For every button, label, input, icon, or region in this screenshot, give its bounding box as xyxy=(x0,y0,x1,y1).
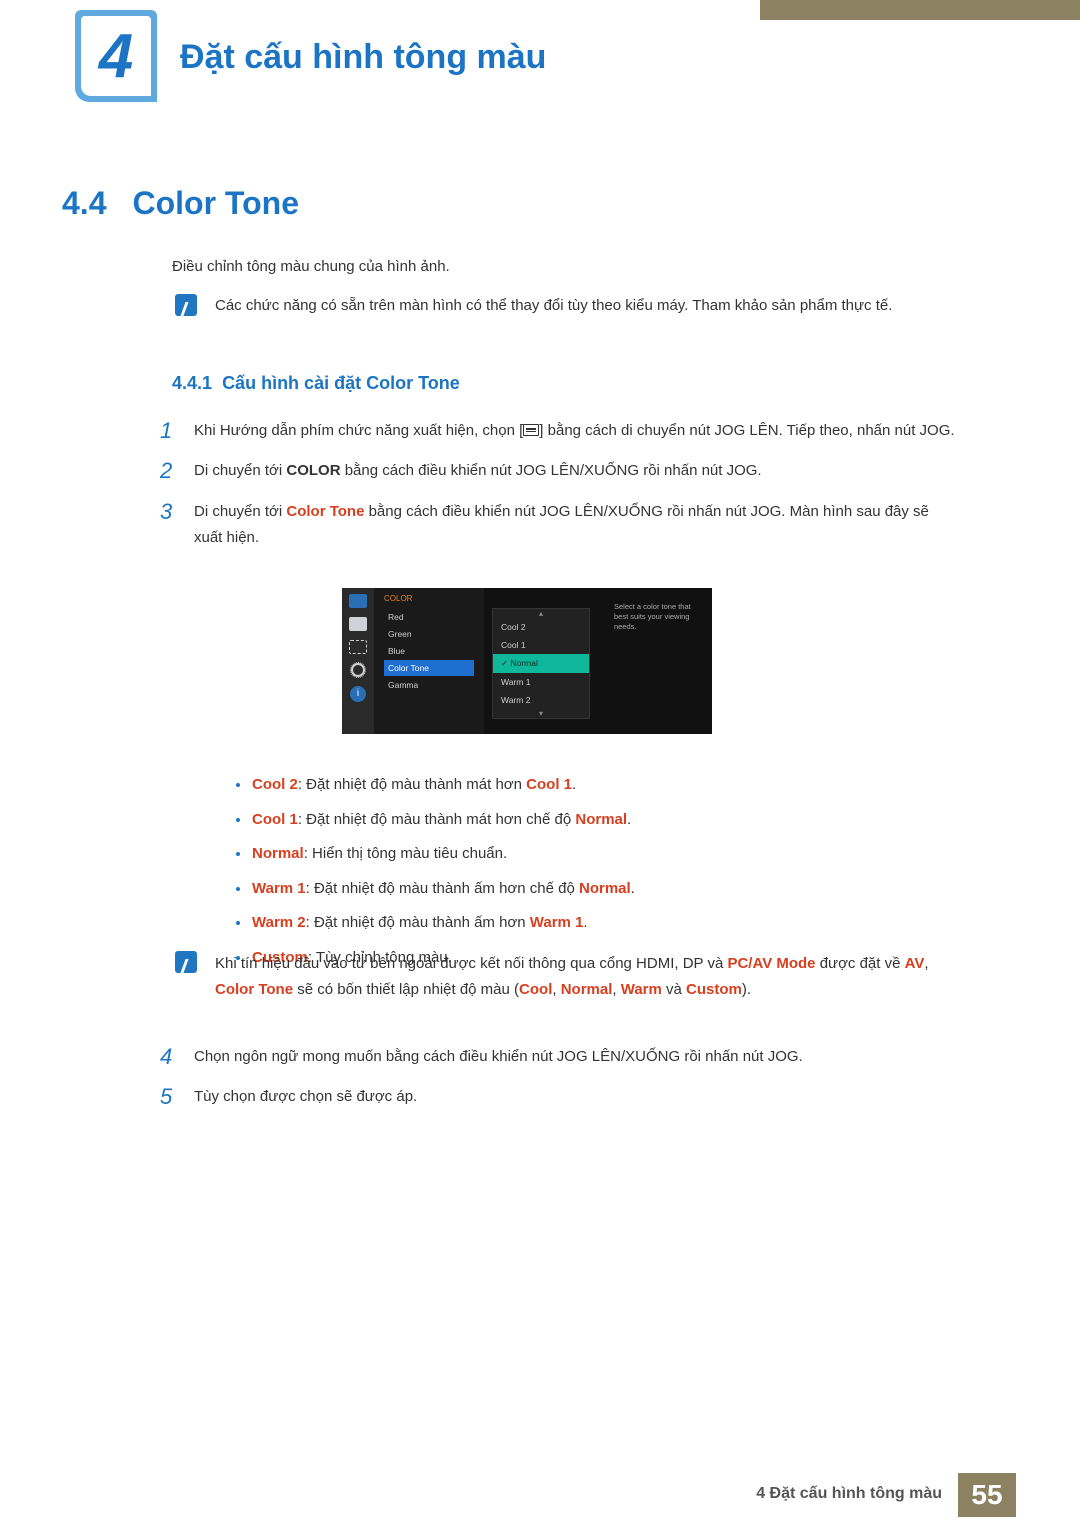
chapter-badge: 4 xyxy=(75,10,157,102)
osd-option-selected: Normal xyxy=(493,654,589,673)
step-2: 2 Di chuyển tới COLOR bằng cách điều khi… xyxy=(160,458,960,484)
step-4: 4 Chọn ngôn ngữ mong muốn bằng cách điều… xyxy=(160,1044,960,1070)
step-3: 3 Di chuyển tới Color Tone bằng cách điề… xyxy=(160,499,960,552)
osd-menu-header: COLOR xyxy=(384,594,474,603)
osd-option: Warm 1 xyxy=(493,673,589,691)
step-body: Di chuyển tới COLOR bằng cách điều khiển… xyxy=(194,458,960,484)
note-text: Các chức năng có sẵn trên màn hình có th… xyxy=(215,294,965,319)
menu-icon xyxy=(523,424,539,436)
chapter-number: 4 xyxy=(75,10,157,102)
osd-menu-item-selected: Color Tone xyxy=(384,660,474,676)
footer-page-number: 55 xyxy=(958,1473,1016,1517)
gear-icon xyxy=(351,663,365,677)
step-number: 2 xyxy=(160,458,194,484)
step-1: 1 Khi Hướng dẫn phím chức năng xuất hiện… xyxy=(160,418,960,444)
step-5: 5 Tùy chọn được chọn sẽ được áp. xyxy=(160,1084,960,1110)
list-icon xyxy=(349,617,367,631)
monitor-icon xyxy=(349,594,367,608)
subsection-heading: 4.4.1 Cấu hình cài đặt Color Tone xyxy=(172,373,460,394)
osd-menu-item: Blue xyxy=(384,643,474,659)
osd-menu: COLOR Red Green Blue Color Tone Gamma xyxy=(374,588,484,734)
bullet-item: Normal: Hiển thị tông màu tiêu chuẩn. xyxy=(236,843,936,866)
chapter-title: Đặt cấu hình tông màu xyxy=(180,38,546,77)
step-body: Tùy chọn được chọn sẽ được áp. xyxy=(194,1084,960,1110)
bullet-item: Warm 1: Đặt nhiệt độ màu thành ấm hơn ch… xyxy=(236,878,936,901)
osd-option: Warm 2 xyxy=(493,691,589,709)
step-body: Khi Hướng dẫn phím chức năng xuất hiện, … xyxy=(194,418,960,444)
bullet-item: Warm 2: Đặt nhiệt độ màu thành ấm hơn Wa… xyxy=(236,912,936,935)
osd-help-text: Select a color tone that best suits your… xyxy=(614,602,704,631)
note-icon xyxy=(175,294,197,316)
bullet-item: Cool 2: Đặt nhiệt độ màu thành mát hơn C… xyxy=(236,774,936,797)
step-number: 4 xyxy=(160,1044,194,1070)
top-corner-tab xyxy=(760,0,1080,20)
osd-option: Cool 2 xyxy=(493,618,589,636)
chevron-up-icon: ▴ xyxy=(493,609,589,618)
section-title: Color Tone xyxy=(132,185,299,221)
note-icon xyxy=(175,951,197,973)
footer-chapter-label: 4 Đặt cấu hình tông màu xyxy=(756,1485,942,1503)
subsection-title: Cấu hình cài đặt Color Tone xyxy=(222,373,460,393)
osd-options: ▴ Cool 2 Cool 1 Normal Warm 1 Warm 2 ▾ xyxy=(492,608,590,719)
step-number: 5 xyxy=(160,1084,194,1110)
step-number: 3 xyxy=(160,499,194,552)
document-page: 4 Đặt cấu hình tông màu 4.4 Color Tone Đi… xyxy=(0,0,1080,1527)
intro-text: Điều chỉnh tông màu chung của hình ảnh. xyxy=(172,258,450,275)
section-heading: 4.4 Color Tone xyxy=(62,185,299,222)
osd-option: Cool 1 xyxy=(493,636,589,654)
osd-menu-item: Red xyxy=(384,609,474,625)
step-number: 1 xyxy=(160,418,194,444)
info-icon: i xyxy=(350,686,366,702)
bullet-item: Cool 1: Đặt nhiệt độ màu thành mát hơn c… xyxy=(236,809,936,832)
note-text-2: Khi tín hiệu đầu vào từ bên ngoài được k… xyxy=(215,951,965,1004)
step-body: Chọn ngôn ngữ mong muốn bằng cách điều k… xyxy=(194,1044,960,1070)
brightness-icon xyxy=(349,640,367,654)
steps-list-cont: 4 Chọn ngôn ngữ mong muốn bằng cách điều… xyxy=(160,1044,960,1125)
chevron-down-icon: ▾ xyxy=(493,709,589,718)
step-body: Di chuyển tới Color Tone bằng cách điều … xyxy=(194,499,960,552)
bullet-list: Cool 2: Đặt nhiệt độ màu thành mát hơn C… xyxy=(236,774,936,981)
subsection-number: 4.4.1 xyxy=(172,373,212,393)
osd-menu-item: Gamma xyxy=(384,677,474,693)
osd-screenshot: i COLOR Red Green Blue Color Tone Gamma … xyxy=(342,588,712,734)
footer: 4 Đặt cấu hình tông màu 55 xyxy=(0,1472,1080,1527)
osd-menu-item: Green xyxy=(384,626,474,642)
osd-sidebar: i xyxy=(342,588,374,734)
section-number: 4.4 xyxy=(62,185,106,221)
steps-list: 1 Khi Hướng dẫn phím chức năng xuất hiện… xyxy=(160,418,960,565)
